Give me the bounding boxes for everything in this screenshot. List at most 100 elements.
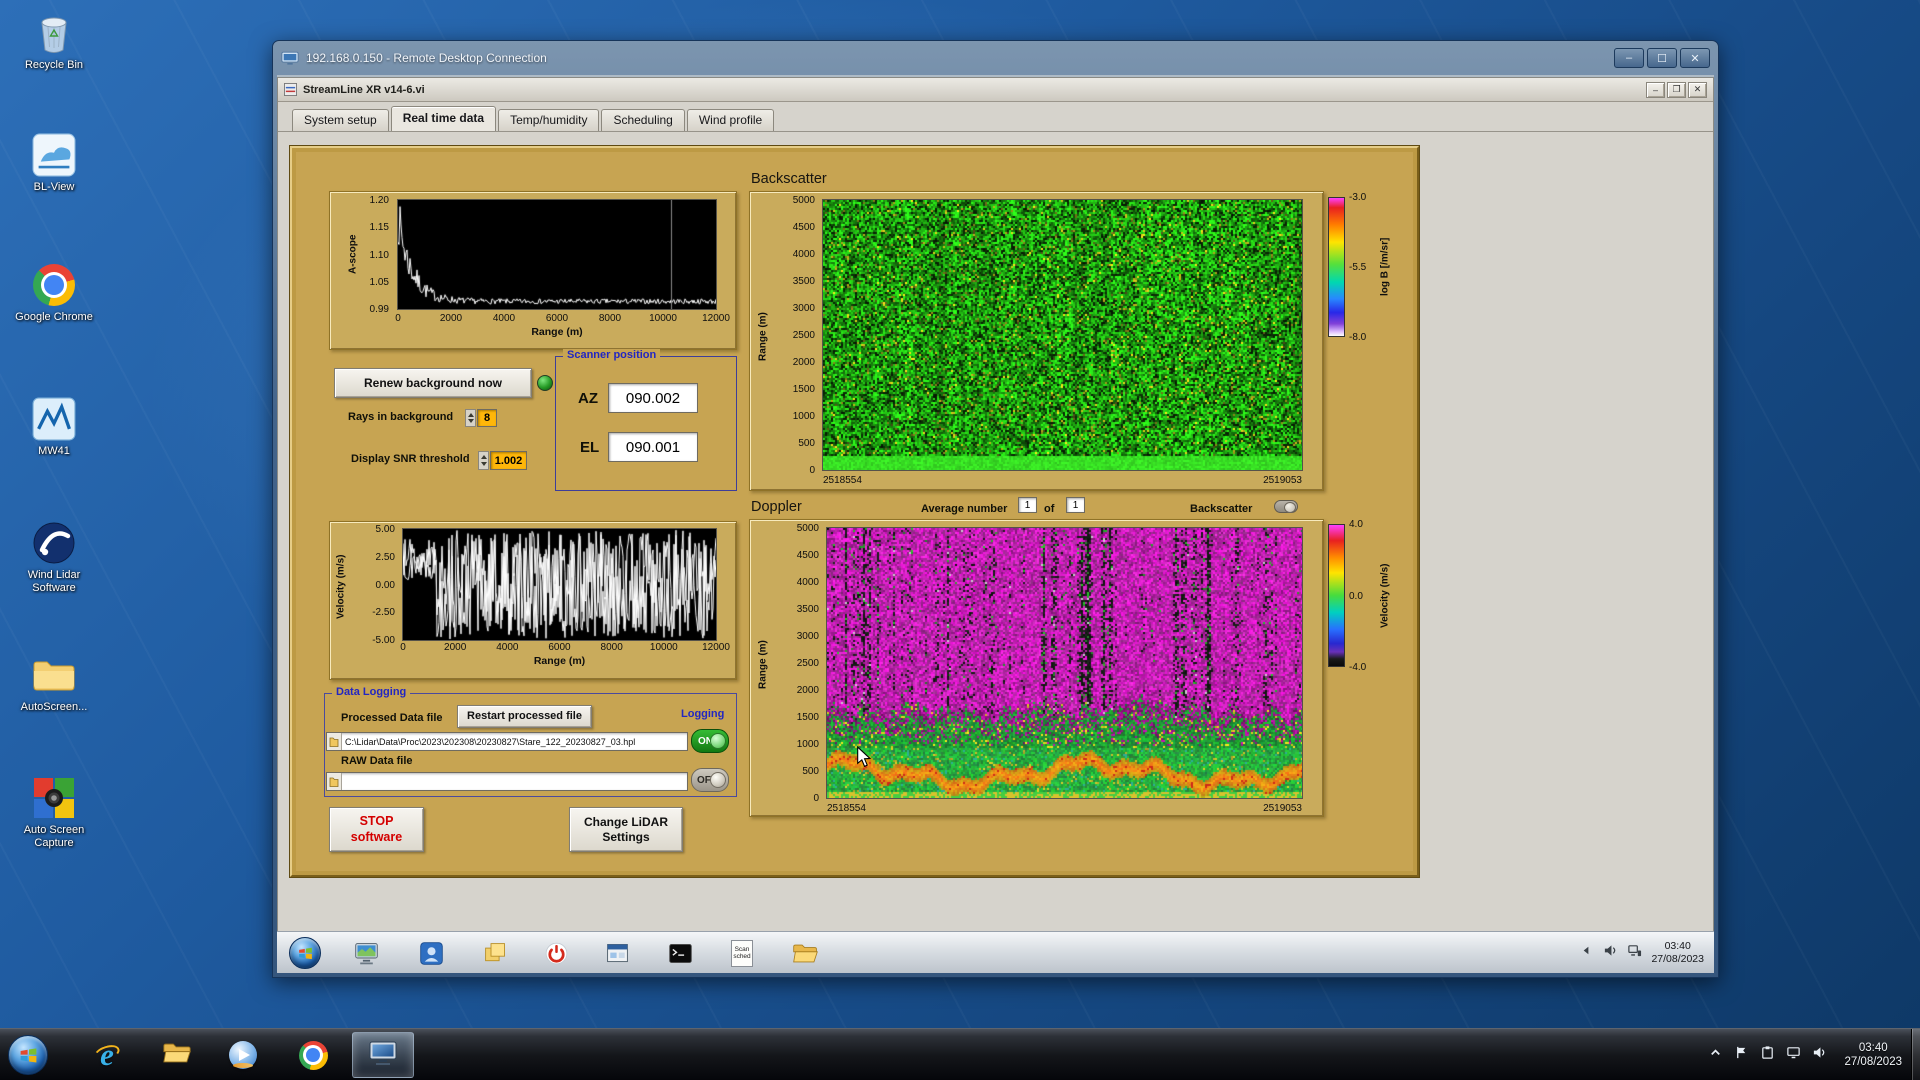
remote-taskbar-scan-sched-icon[interactable]: Scansched <box>727 938 757 968</box>
action-center-flag-icon[interactable] <box>1734 1045 1749 1065</box>
doppler-colorbar <box>1328 524 1345 667</box>
rdp-close-button[interactable]: ✕ <box>1680 48 1710 68</box>
background-led <box>537 375 553 391</box>
start-button[interactable] <box>8 1035 48 1075</box>
tab-scheduling[interactable]: Scheduling <box>601 109 684 131</box>
network-icon[interactable] <box>1627 943 1642 963</box>
average-number-field[interactable]: 1 <box>1018 497 1037 513</box>
remote-desktop-icon <box>368 1040 398 1071</box>
taskbar-google-chrome[interactable] <box>286 1032 340 1078</box>
volume-tray-icon[interactable] <box>1812 1045 1827 1065</box>
y-tick-label: 1500 <box>793 384 815 395</box>
el-value-field[interactable]: 090.001 <box>608 432 698 462</box>
volume-icon[interactable] <box>1603 943 1618 963</box>
data-logging-title: Data Logging <box>332 686 410 698</box>
y-tick-label: 0 <box>809 465 815 476</box>
desktop: Recycle Bin BL-View Google Chrome MW41 Wind … <box>0 0 1920 1080</box>
remote-taskbar-blue-app-icon[interactable] <box>416 938 446 968</box>
change-lidar-settings-button[interactable]: Change LiDAR Settings <box>569 807 683 852</box>
remote-clock-date: 27/08/2023 <box>1651 953 1704 966</box>
desktop-icon-bl-view[interactable]: BL-View <box>8 132 100 194</box>
backscatter-toggle[interactable] <box>1274 500 1298 513</box>
rdp-maximize-button[interactable]: ☐ <box>1647 48 1677 68</box>
desktop-icon-mw41[interactable]: MW41 <box>8 396 100 458</box>
remote-clock[interactable]: 03:40 27/08/2023 <box>1651 940 1708 966</box>
raw-logging-toggle[interactable]: OFF <box>691 768 729 792</box>
x-tick-label: 4000 <box>493 313 515 324</box>
raw-path-field[interactable] <box>326 772 688 791</box>
backscatter-x-start: 2518554 <box>823 475 862 486</box>
processed-path-field[interactable]: C:\Lidar\Data\Proc\2023\202308\20230827\… <box>326 732 688 751</box>
app-minimize-button[interactable]: – <box>1646 82 1665 98</box>
doppler-x-start: 2518554 <box>827 803 866 814</box>
az-value-field[interactable]: 090.002 <box>608 383 698 413</box>
rays-spinner[interactable] <box>465 409 476 427</box>
x-tick-label: 2000 <box>440 313 462 324</box>
colorbar-tick-label: -4.0 <box>1349 662 1366 673</box>
remote-taskbar-files-app-icon[interactable] <box>480 938 510 968</box>
y-tick-label: 4000 <box>793 249 815 260</box>
desktop-icon-google-chrome[interactable]: Google Chrome <box>8 262 100 324</box>
remote-system-tray: 03:40 27/08/2023 <box>1579 932 1708 973</box>
remote-taskbar-command-prompt-icon[interactable] <box>665 938 695 968</box>
remote-taskbar-display-app-icon[interactable] <box>351 938 381 968</box>
desktop-icon-recycle-bin[interactable]: Recycle Bin <box>8 10 100 72</box>
tab-real-time-data[interactable]: Real time data <box>391 106 496 131</box>
average-of-field[interactable]: 1 <box>1066 497 1085 513</box>
taskbar-clock[interactable]: 03:40 27/08/2023 <box>1838 1041 1908 1069</box>
internet-explorer-icon: e <box>100 1037 114 1073</box>
app-titlebar[interactable]: StreamLine XR v14-6.vi – ❐ ✕ <box>278 78 1713 102</box>
clock-time: 03:40 <box>1844 1041 1902 1055</box>
desktop-icon-auto-screen-capture[interactable]: Auto Screen Capture <box>8 775 100 850</box>
taskbar-media-player[interactable] <box>216 1032 270 1078</box>
tab-system-setup[interactable]: System setup <box>292 109 389 131</box>
renew-background-button[interactable]: Renew background now <box>334 368 532 398</box>
of-label: of <box>1044 503 1054 515</box>
doppler-colorbar-label: Velocity (m/s) <box>1377 519 1393 672</box>
remote-taskbar-window-app-icon[interactable] <box>602 938 632 968</box>
x-tick-label: 12000 <box>702 313 730 324</box>
a-scope-xlabel: Range (m) <box>398 326 716 338</box>
display-tray-icon[interactable] <box>1786 1045 1801 1065</box>
snr-spinner[interactable] <box>478 451 489 470</box>
files-app-icon <box>482 940 509 967</box>
remote-taskbar-folder-open-icon[interactable] <box>790 938 820 968</box>
tab-temp-humidity[interactable]: Temp/humidity <box>498 109 599 131</box>
stop-software-button[interactable]: STOP software <box>329 807 424 852</box>
y-tick-label: 0 <box>813 793 819 804</box>
tray-up-arrow-icon[interactable] <box>1708 1045 1723 1065</box>
snr-threshold-value[interactable]: 1.002 <box>490 451 527 470</box>
remote-taskbar-power-off-icon[interactable] <box>541 938 571 968</box>
scan-sched-icon: Scansched <box>731 940 753 967</box>
remote-start-button[interactable] <box>289 937 321 969</box>
tray-chevron-icon[interactable] <box>1579 943 1594 963</box>
backscatter-x-end: 2519053 <box>1182 475 1302 486</box>
clipboard-tray-icon[interactable] <box>1760 1045 1775 1065</box>
folder-open-icon <box>792 940 819 967</box>
taskbar-windows-explorer[interactable] <box>150 1032 204 1078</box>
rdp-minimize-button[interactable]: – <box>1614 48 1644 68</box>
desktop-icon-label: AutoScreen... <box>8 701 100 714</box>
y-tick-label: 1000 <box>797 739 819 750</box>
tab-wind-profile[interactable]: Wind profile <box>687 109 774 131</box>
taskbar-remote-desktop-active[interactable] <box>352 1032 414 1078</box>
path-browse-icon[interactable] <box>327 733 342 750</box>
app-restore-button[interactable]: ❐ <box>1667 82 1686 98</box>
show-desktop-button[interactable] <box>1911 1029 1920 1080</box>
scanner-position-title: Scanner position <box>563 349 660 361</box>
path-browse-icon[interactable] <box>327 773 342 790</box>
el-label: EL <box>580 439 599 456</box>
y-tick-label: 1.20 <box>370 195 389 206</box>
app-close-button[interactable]: ✕ <box>1688 82 1707 98</box>
rdp-titlebar[interactable]: 192.168.0.150 - Remote Desktop Connectio… <box>273 41 1718 75</box>
desktop-icon-wind-lidar-software[interactable]: Wind Lidar Software <box>8 520 100 595</box>
desktop-icon-label: Auto Screen Capture <box>8 824 100 850</box>
restart-processed-file-button[interactable]: Restart processed file <box>457 705 592 728</box>
taskbar-internet-explorer[interactable]: e <box>80 1032 134 1078</box>
remote-clock-time: 03:40 <box>1651 940 1704 953</box>
wind-lidar-icon <box>31 520 77 566</box>
rays-in-background-value[interactable]: 8 <box>477 409 497 427</box>
desktop-icon-autoscreen[interactable]: AutoScreen... <box>8 652 100 714</box>
processed-logging-toggle[interactable]: ON <box>691 729 729 753</box>
colorbar-tick-label: -3.0 <box>1349 192 1366 203</box>
